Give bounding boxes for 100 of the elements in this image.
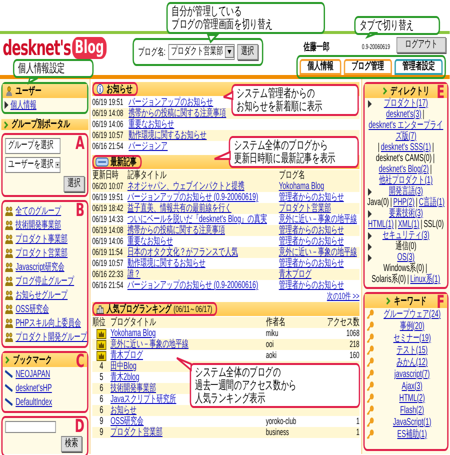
key-icon [366, 345, 376, 355]
subcategory-link[interactable]: desknet's エンタープライズ版(7) [366, 120, 446, 142]
group-link[interactable]: プロダクト事業部 [16, 234, 68, 244]
group-icon [4, 332, 14, 342]
notice-link[interactable]: バージョンア [128, 141, 168, 152]
separator: | [407, 274, 409, 285]
logout-button[interactable]: ログアウト [396, 37, 446, 53]
marker-letter: B [76, 202, 84, 220]
keyword-link[interactable]: ES補助(1) [377, 428, 448, 440]
blog-link[interactable]: 意外に近い－事象の地平線 [110, 339, 188, 350]
key-icon [366, 321, 376, 331]
callout: 自分が管理している ブログの管理画面を切り替え [166, 2, 325, 34]
blog-link[interactable]: お知らせ [110, 405, 136, 416]
bookmark-link[interactable]: NEOJAPAN [16, 368, 50, 380]
blog-link[interactable]: 管理者からのお知らせ [278, 192, 344, 203]
key-icon [366, 417, 376, 427]
subcategory-link[interactable]: HTML(1) [368, 219, 394, 230]
blog-link[interactable]: Yokohama Blog [278, 181, 324, 192]
tab[interactable]: 個人情報 [300, 59, 342, 75]
subcategory-link[interactable]: PHP(2) [393, 197, 415, 208]
rank-number: 4 [100, 361, 104, 372]
subcategory-link[interactable]: desknet's SSS(1) [380, 142, 431, 153]
blog-link[interactable]: 意外に近い－事象の地平線 [278, 214, 357, 225]
notice-link[interactable]: 重要なお知らせ [128, 119, 174, 130]
group-select[interactable]: グループを選択 [5, 138, 60, 154]
post-link[interactable]: 動作環境に関するお知らせ [127, 258, 206, 269]
tab[interactable]: ブログ管理 [344, 59, 392, 75]
blog-link[interactable]: 管理者からのお知らせ [278, 258, 344, 269]
keyword-link[interactable]: グループウェア(24) [377, 308, 448, 320]
subcategory-link[interactable]: 他社プロダクト(1) [379, 175, 433, 186]
post-link[interactable]: バージョンアップのお知らせ (0.9-20060616) [127, 280, 258, 291]
category-link[interactable]: プロダクト(17) [384, 98, 428, 109]
user-select[interactable]: ユーザーを選択 [5, 157, 60, 173]
group-icon [4, 276, 14, 286]
post-link[interactable]: ネオジャパン、ウェブインパクトと提携 [127, 181, 244, 192]
subcategory-link[interactable]: desknet's Blog(2) [378, 164, 429, 175]
category-link[interactable]: 開発言語(3) [388, 186, 423, 197]
subcategory-link[interactable]: Linux系(1) [410, 274, 440, 285]
notice-link[interactable]: バージョンアップのお知らせ [128, 97, 214, 108]
rank-number: 6 [100, 405, 104, 416]
group-link[interactable]: 全てのグループ [16, 206, 62, 216]
key-icon [366, 393, 376, 403]
category-link[interactable]: 要素技術(3) [388, 208, 423, 219]
select-button[interactable]: 選択 [237, 44, 258, 60]
blog-link[interactable]: OSS研究会 [110, 416, 144, 427]
blog-link[interactable]: 青木2blog [110, 372, 140, 383]
blog-link[interactable]: Yokohama Blog [110, 328, 156, 339]
blog-link[interactable]: Javaスクリプト研究所 [110, 394, 176, 405]
group-icon [4, 262, 14, 272]
group-link[interactable]: OSS研究会 [16, 304, 49, 314]
keyword-link[interactable]: テスト(15) [377, 344, 448, 356]
subcategory-link[interactable]: C言語(1) [418, 197, 445, 208]
keyword-link[interactable]: Flash(2) [377, 404, 448, 416]
group-link[interactable]: プロダクト営業部 [16, 248, 68, 258]
table-cell: 06/19 14:33 [92, 214, 124, 225]
blog-link[interactable]: 青木ブログ [278, 269, 312, 280]
profile-link[interactable]: 個人情報 [10, 100, 36, 110]
keyword-link[interactable]: Ajax(3) [377, 380, 448, 392]
keyword-link[interactable]: 事例(20) [377, 320, 448, 332]
notice-link[interactable]: 携帯からの投稿に関する注意事項 [128, 108, 226, 119]
blog-link[interactable]: 田中Blog [110, 361, 136, 372]
category-link[interactable]: OS(3) [397, 252, 415, 263]
group-link[interactable]: お知らせグループ [16, 290, 68, 300]
post-link[interactable]: バージョンアップのお知らせ (0.9-20060619) [127, 192, 258, 203]
subcategory-link[interactable]: XML(1) [398, 219, 420, 230]
bookmark-link[interactable]: DefaultIndex [16, 396, 52, 408]
blog-link[interactable]: 技術開発事業部 [110, 383, 156, 394]
next-page-link[interactable]: 次の10件 >> [326, 291, 360, 301]
blog-link[interactable]: 意外に近い－事象の地平線 [278, 247, 357, 258]
post-link[interactable]: 誰？ [127, 269, 140, 280]
keyword-link[interactable]: JavaScript(1) [377, 416, 448, 428]
person-icon [4, 86, 14, 96]
keyword-link[interactable]: javascript(7) [377, 368, 448, 380]
keyword-link[interactable]: みかん(12) [377, 356, 448, 368]
bullet-icon [368, 232, 372, 240]
post-link[interactable]: ついにベールを脱いだ『desknet's Blog』の真実 [127, 214, 267, 225]
blog-link[interactable]: 管理者からのお知らせ [278, 225, 344, 236]
bookmark-link[interactable]: desknet'sHP [16, 382, 52, 394]
keyword-link[interactable]: セミナー(19) [377, 332, 448, 344]
group-link[interactable]: PHPスキル向上委員会 [16, 318, 81, 328]
post-link[interactable]: 日本のオタク文化？がフランスで人気 [127, 247, 238, 258]
search-field[interactable] [5, 421, 56, 433]
blog-link[interactable]: プロダクト営業部 [110, 427, 162, 438]
blog-link[interactable]: 青木ブログ [110, 350, 143, 361]
blog-link[interactable]: 管理者からのお知らせ [278, 236, 344, 247]
tab[interactable]: 管理者設定 [394, 59, 443, 75]
blog-link[interactable]: 管理者からのお知らせ [278, 280, 344, 291]
keyword-link[interactable]: HTML(2) [377, 392, 448, 404]
post-link[interactable]: 益子直美、情報共有の最前線を行く [127, 203, 232, 214]
blog-link[interactable]: プロダクト営業部 [278, 203, 331, 214]
group-link[interactable]: Javascript研究会 [16, 262, 64, 272]
subcategory-link[interactable]: desknet's(3) [386, 109, 422, 120]
select-button[interactable]: 選択 [64, 176, 84, 192]
post-link[interactable]: 重要なお知らせ [127, 236, 173, 247]
category-link[interactable]: セキュリティ(3) [382, 230, 430, 241]
group-link[interactable]: 技術開発事業部 [16, 220, 62, 230]
notice-link[interactable]: 動作環境に関するお知らせ [128, 130, 207, 141]
post-link[interactable]: 携帯からの投稿に関する注意事項 [127, 225, 225, 236]
search-button[interactable]: 検索 [61, 436, 82, 452]
group-link[interactable]: ブログ停止グループ [16, 276, 74, 286]
